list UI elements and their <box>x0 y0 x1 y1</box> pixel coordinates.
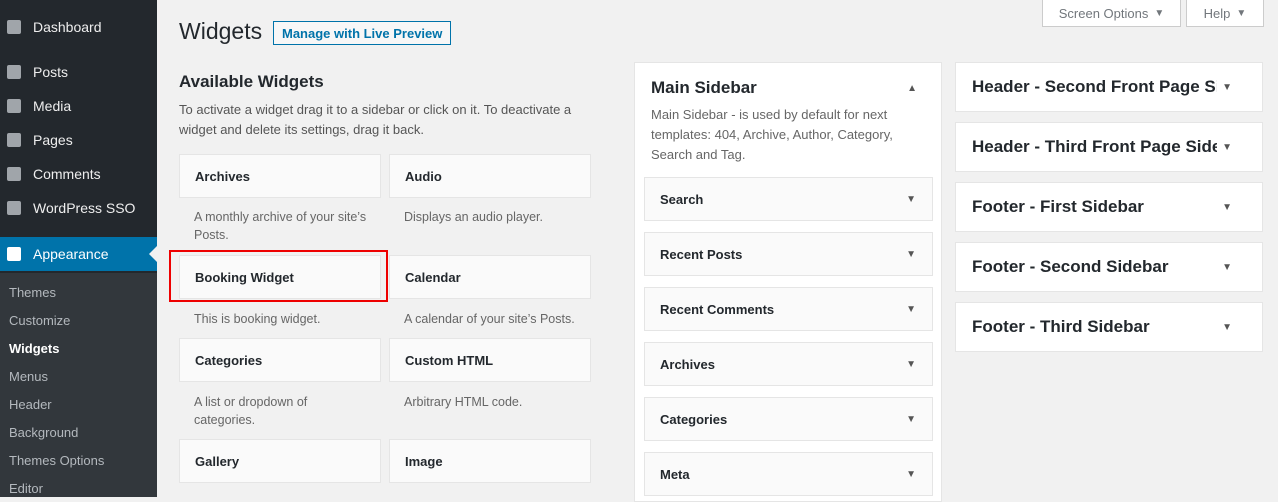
widget-desc: This is booking widget. <box>194 312 321 326</box>
highlight-box <box>169 250 388 302</box>
sidebar-title: Footer - First Sidebar <box>972 197 1144 216</box>
menu-posts[interactable]: Posts <box>0 55 157 89</box>
submenu-header[interactable]: Header <box>9 397 52 412</box>
caret-down-icon[interactable]: ▼ <box>906 304 916 315</box>
dashboard-icon <box>7 20 21 34</box>
submenu-widgets[interactable]: Widgets <box>9 341 59 356</box>
menu-dashboard[interactable]: Dashboard <box>0 10 157 44</box>
submenu-themes-options[interactable]: Themes Options <box>9 453 104 468</box>
caret-down-icon: ▼ <box>1154 7 1165 19</box>
gear-icon <box>7 201 21 215</box>
widget-desc: Arbitrary HTML code. <box>404 395 523 409</box>
caret-down-icon[interactable]: ▼ <box>1222 82 1232 93</box>
admin-sidebar: Dashboard Posts Media Pages Comments Wor… <box>0 0 157 497</box>
submenu-customize[interactable]: Customize <box>9 313 70 328</box>
sidebar-header-second[interactable]: Header - Second Front Page Si ▼ <box>955 62 1263 112</box>
help-button[interactable]: Help ▼ <box>1186 0 1264 27</box>
widget-desc: A monthly archive of your site’s Posts. <box>194 210 367 242</box>
widget-archives[interactable]: Archives <box>179 154 381 198</box>
sidebar-footer-third[interactable]: Footer - Third Sidebar ▼ <box>955 302 1263 352</box>
submenu-themes[interactable]: Themes <box>9 285 56 300</box>
submenu-background[interactable]: Background <box>9 425 78 440</box>
media-icon <box>7 99 21 113</box>
caret-down-icon[interactable]: ▼ <box>906 249 916 260</box>
sidebar-title: Footer - Third Sidebar <box>972 317 1150 336</box>
page-title: Widgets <box>179 18 263 44</box>
caret-down-icon[interactable]: ▼ <box>1222 202 1232 213</box>
paintbrush-icon <box>7 247 21 261</box>
widget-desc: A list or dropdown of categories. <box>194 395 308 427</box>
submenu-editor[interactable]: Editor <box>9 481 43 496</box>
menu-comments[interactable]: Comments <box>0 157 157 191</box>
sidebar-widget-recent-comments[interactable]: Recent Comments ▼ <box>644 287 933 331</box>
widget-image[interactable]: Image <box>389 439 591 483</box>
widget-categories[interactable]: Categories <box>179 338 381 382</box>
live-preview-button[interactable]: Manage with Live Preview <box>273 21 452 45</box>
caret-up-icon[interactable]: ▲ <box>907 83 917 94</box>
widget-desc: Displays an audio player. <box>404 210 543 224</box>
pin-icon <box>7 65 21 79</box>
comments-icon <box>7 167 21 181</box>
caret-down-icon[interactable]: ▼ <box>1222 262 1232 273</box>
available-widgets-desc: To activate a widget drag it to a sideba… <box>179 102 572 137</box>
main-sidebar-desc: Main Sidebar - is used by default for ne… <box>651 107 893 162</box>
caret-down-icon[interactable]: ▼ <box>906 469 916 480</box>
sidebar-widget-meta[interactable]: Meta ▼ <box>644 452 933 496</box>
sidebar-title: Footer - Second Sidebar <box>972 257 1169 276</box>
menu-wordpress-sso[interactable]: WordPress SSO <box>0 191 157 225</box>
menu-media[interactable]: Media <box>0 89 157 123</box>
sidebar-footer-first[interactable]: Footer - First Sidebar ▼ <box>955 182 1263 232</box>
caret-down-icon[interactable]: ▼ <box>1222 142 1232 153</box>
caret-down-icon: ▼ <box>1236 7 1247 19</box>
sidebar-footer-second[interactable]: Footer - Second Sidebar ▼ <box>955 242 1263 292</box>
menu-appearance[interactable]: Appearance <box>0 237 157 271</box>
sidebar-widget-recent-posts[interactable]: Recent Posts ▼ <box>644 232 933 276</box>
widget-gallery[interactable]: Gallery <box>179 439 381 483</box>
widget-desc: A calendar of your site’s Posts. <box>404 312 575 326</box>
caret-down-icon[interactable]: ▼ <box>1222 322 1232 333</box>
sidebar-widget-categories[interactable]: Categories ▼ <box>644 397 933 441</box>
caret-down-icon[interactable]: ▼ <box>906 359 916 370</box>
pages-icon <box>7 133 21 147</box>
screen-options-button[interactable]: Screen Options ▼ <box>1042 0 1181 27</box>
sidebar-header-third[interactable]: Header - Third Front Page Side ▼ <box>955 122 1263 172</box>
caret-down-icon[interactable]: ▼ <box>906 194 916 205</box>
appearance-submenu: Themes Customize Widgets Menus Header Ba… <box>0 273 157 497</box>
widget-calendar[interactable]: Calendar <box>389 255 591 299</box>
sidebar-widget-search[interactable]: Search ▼ <box>644 177 933 221</box>
sidebar-title: Header - Third Front Page Side <box>972 137 1217 156</box>
widget-custom-html[interactable]: Custom HTML <box>389 338 591 382</box>
sidebar-widget-archives[interactable]: Archives ▼ <box>644 342 933 386</box>
widget-audio[interactable]: Audio <box>389 154 591 198</box>
main-sidebar-title[interactable]: Main Sidebar <box>651 78 757 98</box>
menu-pages[interactable]: Pages <box>0 123 157 157</box>
main-sidebar-panel: Main Sidebar ▲ Main Sidebar - is used by… <box>634 62 942 502</box>
submenu-menus[interactable]: Menus <box>9 369 48 384</box>
available-widgets-title: Available Widgets <box>179 72 324 91</box>
caret-down-icon[interactable]: ▼ <box>906 414 916 425</box>
sidebar-title: Header - Second Front Page Si <box>972 77 1217 96</box>
